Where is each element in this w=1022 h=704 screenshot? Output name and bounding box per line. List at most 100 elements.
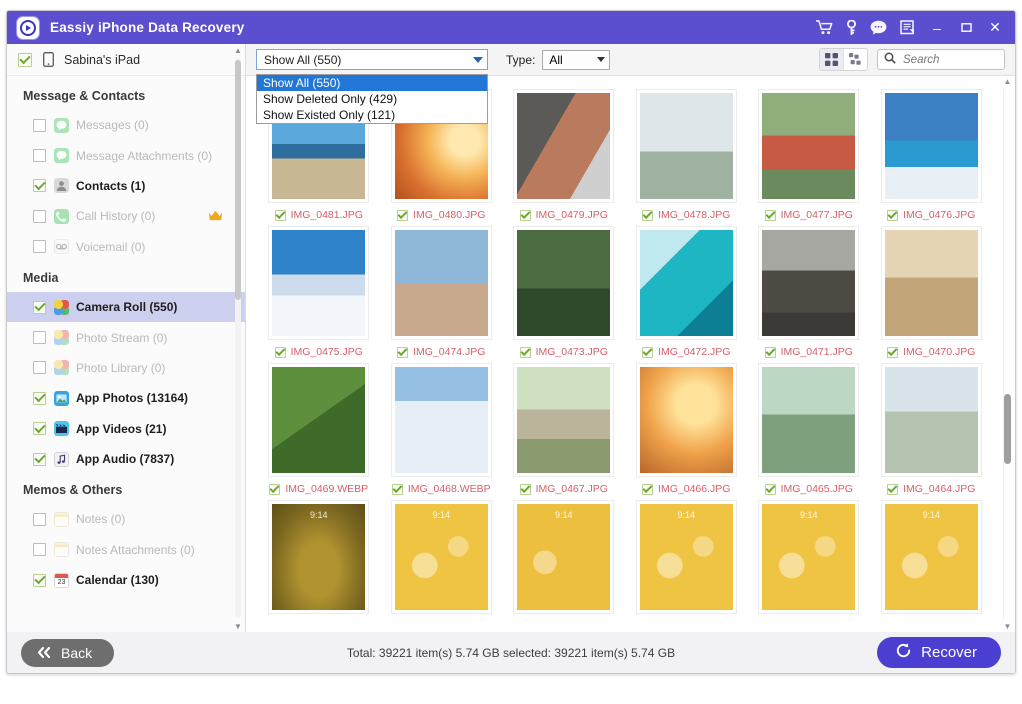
photo-thumbnail[interactable]	[759, 227, 859, 339]
photo-thumbnail[interactable]: 9:14	[881, 501, 981, 613]
sidebar-item-checkbox[interactable]	[33, 543, 46, 557]
filter-dropdown-list[interactable]: Show All (550) Show Deleted Only (429) Sho…	[256, 74, 488, 124]
sidebar-item-checkbox[interactable]	[33, 512, 46, 526]
photo-thumbnail[interactable]	[881, 227, 981, 339]
thumbnail-cell[interactable]: IMG_0471.JPG	[748, 227, 870, 358]
grid-scroll-up-arrow[interactable]: ▲	[1003, 76, 1012, 87]
photo-thumbnail[interactable]: 9:14	[514, 501, 614, 613]
photo-thumbnail[interactable]	[514, 90, 614, 202]
photo-thumbnail[interactable]: 9:14	[269, 501, 369, 613]
key-icon[interactable]	[846, 19, 857, 36]
thumbnail-checkbox[interactable]	[764, 483, 776, 495]
thumbnail-checkbox[interactable]	[397, 209, 409, 221]
search-box[interactable]	[877, 49, 1015, 70]
thumbnail-checkbox[interactable]	[397, 346, 409, 358]
thumbnail-checkbox[interactable]	[391, 483, 403, 495]
thumbnail-cell[interactable]: IMG_0479.JPG	[503, 90, 625, 221]
thumbnail-checkbox[interactable]	[764, 209, 776, 221]
photo-thumbnail[interactable]	[636, 90, 736, 202]
sidebar-item-camera-roll[interactable]: Camera Roll (550)	[7, 291, 245, 323]
grid-small-icon[interactable]	[843, 49, 867, 70]
chevron-down-icon[interactable]	[473, 56, 483, 63]
thumbnail-checkbox[interactable]	[764, 346, 776, 358]
sidebar-item-checkbox[interactable]	[33, 179, 46, 193]
sidebar-item-checkbox[interactable]	[33, 240, 46, 254]
type-combobox[interactable]: All	[542, 49, 611, 70]
recover-button[interactable]: Recover	[877, 637, 1001, 668]
minimize-button[interactable]: –	[929, 20, 945, 36]
sidebar-item-app-videos[interactable]: App Videos (21)	[7, 414, 245, 444]
sidebar-scroll-up-arrow[interactable]: ▲	[233, 44, 243, 56]
sidebar-item-photo-stream[interactable]: Photo Stream (0)	[7, 322, 245, 352]
sidebar-item-app-photos[interactable]: App Photos (13164)	[7, 383, 245, 413]
thumbnail-checkbox[interactable]	[642, 346, 654, 358]
grid-scroll-thumb[interactable]	[1004, 394, 1011, 464]
photo-thumbnail[interactable]	[391, 364, 491, 476]
thumbnail-cell[interactable]: IMG_0464.JPG	[871, 364, 993, 495]
photo-thumbnail[interactable]	[636, 364, 736, 476]
thumbnail-checkbox[interactable]	[642, 483, 654, 495]
photo-thumbnail[interactable]	[514, 227, 614, 339]
thumbnail-cell[interactable]: IMG_0475.JPG	[258, 227, 380, 358]
chat-icon[interactable]	[870, 20, 887, 35]
photo-thumbnail[interactable]	[759, 90, 859, 202]
sidebar-item-message-attachments[interactable]: Message Attachments (0)	[7, 140, 245, 170]
sidebar-item-messages[interactable]: Messages (0)	[7, 110, 245, 140]
maximize-button[interactable]	[958, 20, 974, 36]
thumbnail-checkbox[interactable]	[887, 209, 899, 221]
sidebar-item-checkbox[interactable]	[33, 118, 46, 132]
photo-thumbnail[interactable]	[759, 364, 859, 476]
sidebar-scroll-thumb[interactable]	[235, 60, 241, 300]
cart-icon[interactable]	[816, 20, 833, 35]
thumbnail-cell[interactable]: IMG_0466.JPG	[626, 364, 748, 495]
grid-large-icon[interactable]	[820, 49, 843, 70]
thumbnail-cell[interactable]: IMG_0478.JPG	[626, 90, 748, 221]
close-button[interactable]: ✕	[987, 19, 1003, 36]
sidebar-item-call-history[interactable]: Call History (0)	[7, 201, 245, 231]
sidebar-item-notes-attachments[interactable]: Notes Attachments (0)	[7, 535, 245, 565]
thumbnail-checkbox[interactable]	[887, 483, 899, 495]
sidebar-item-contacts[interactable]: Contacts (1)	[7, 171, 245, 201]
register-icon[interactable]	[900, 20, 916, 35]
photo-thumbnail[interactable]	[269, 364, 369, 476]
thumbnail-cell[interactable]: 9:14	[871, 501, 993, 613]
thumbnail-cell[interactable]: IMG_0468.WEBP	[381, 364, 503, 495]
thumbnail-cell[interactable]: 9:14	[626, 501, 748, 613]
sidebar-item-checkbox[interactable]	[33, 361, 46, 375]
thumbnail-checkbox[interactable]	[519, 209, 531, 221]
sidebar-scroll-down-arrow[interactable]: ▼	[233, 620, 243, 632]
sidebar-item-checkbox[interactable]	[33, 452, 46, 466]
thumbnail-cell[interactable]: IMG_0465.JPG	[748, 364, 870, 495]
filter-option[interactable]: Show All (550)	[257, 75, 487, 91]
thumbnail-checkbox[interactable]	[269, 483, 281, 495]
photo-thumbnail[interactable]	[269, 227, 369, 339]
filter-option[interactable]: Show Deleted Only (429)	[257, 91, 487, 107]
thumbnail-cell[interactable]: IMG_0473.JPG	[503, 227, 625, 358]
sidebar-item-checkbox[interactable]	[33, 391, 46, 405]
sidebar-item-voicemail[interactable]: Voicemail (0)	[7, 232, 245, 262]
photo-thumbnail[interactable]: 9:14	[759, 501, 859, 613]
thumbnail-cell[interactable]: IMG_0467.JPG	[503, 364, 625, 495]
photo-thumbnail[interactable]: 9:14	[636, 501, 736, 613]
sidebar-item-checkbox[interactable]	[33, 573, 46, 587]
chevron-down-icon[interactable]	[597, 57, 606, 62]
photo-thumbnail[interactable]	[881, 90, 981, 202]
sidebar-item-checkbox[interactable]	[33, 149, 46, 163]
sidebar-item-checkbox[interactable]	[33, 300, 46, 314]
grid-scrollbar[interactable]: ▲ ▼	[1002, 76, 1013, 632]
sidebar-item-notes[interactable]: Notes (0)	[7, 504, 245, 534]
sidebar-item-checkbox[interactable]	[33, 209, 46, 223]
thumbnail-cell[interactable]: 9:14	[748, 501, 870, 613]
thumbnail-cell[interactable]: 9:14	[258, 501, 380, 613]
photo-thumbnail[interactable]	[881, 364, 981, 476]
photo-thumbnail[interactable]: 9:14	[391, 501, 491, 613]
thumbnail-checkbox[interactable]	[519, 346, 531, 358]
thumbnail-cell[interactable]: IMG_0474.JPG	[381, 227, 503, 358]
thumbnail-checkbox[interactable]	[274, 346, 286, 358]
thumbnail-checkbox[interactable]	[887, 346, 899, 358]
thumbnail-cell[interactable]: IMG_0476.JPG	[871, 90, 993, 221]
thumbnail-cell[interactable]: IMG_0469.WEBP	[258, 364, 380, 495]
photo-thumbnail[interactable]	[391, 227, 491, 339]
photo-thumbnail[interactable]	[636, 227, 736, 339]
photo-thumbnail[interactable]	[514, 364, 614, 476]
